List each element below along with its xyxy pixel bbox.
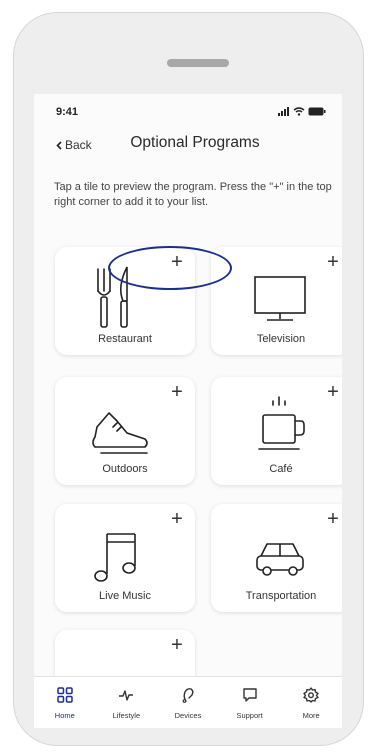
add-program-button[interactable]: + (167, 509, 187, 530)
tab-devices[interactable]: Devices (157, 677, 219, 728)
tile-label: Restaurant (98, 333, 152, 345)
gear-icon (303, 687, 319, 703)
app-screen: 9:41 Back Optional Programs Tap a tile t… (34, 94, 342, 728)
add-program-button[interactable]: + (323, 252, 342, 273)
chat-bubble-icon (242, 688, 257, 702)
tile-cafe[interactable]: + Café (211, 377, 342, 485)
page-title: Optional Programs (130, 134, 260, 151)
tab-lifestyle[interactable]: Lifestyle (96, 677, 158, 728)
tile-live-music[interactable]: + Live Music (55, 504, 195, 612)
pulse-icon (119, 690, 134, 701)
status-time: 9:41 (56, 106, 79, 118)
tab-label: Home (54, 711, 75, 720)
tab-label: More (302, 711, 320, 720)
tab-label: Lifestyle (112, 711, 141, 720)
wifi-icon (293, 107, 305, 116)
tab-home[interactable]: Home (34, 677, 96, 728)
instructions-text: Tap a tile to preview the program. Press… (54, 181, 332, 208)
battery-icon (308, 107, 326, 116)
status-icons (278, 107, 326, 116)
cellular-signal-icon (278, 107, 289, 116)
add-program-button[interactable]: + (323, 509, 342, 530)
tile-label: Café (269, 463, 293, 475)
add-program-button[interactable]: + (167, 635, 187, 656)
tile-label: Transportation (245, 590, 317, 602)
add-program-button[interactable]: + (323, 382, 342, 403)
tile-label: Live Music (99, 590, 151, 602)
tile-transportation[interactable]: + Transportation (211, 504, 342, 612)
highlight-annotation (108, 246, 232, 290)
add-program-button[interactable]: + (167, 382, 187, 403)
status-bar: 9:41 (34, 94, 342, 124)
tab-label: Devices (174, 711, 202, 720)
tab-more[interactable]: More (280, 677, 342, 728)
tab-bar: Home Lifestyle Devices Support More (34, 676, 342, 728)
tab-support[interactable]: Support (219, 677, 281, 728)
hearing-aid-icon (182, 688, 194, 703)
tile-label: Outdoors (102, 463, 148, 475)
tab-label: Support (236, 711, 263, 720)
phone-speaker (167, 59, 229, 67)
tile-label: Television (256, 333, 306, 345)
grid-icon (57, 687, 73, 703)
navigation-bar: Back Optional Programs (34, 124, 342, 160)
tile-outdoors[interactable]: + Outdoors (55, 377, 195, 485)
